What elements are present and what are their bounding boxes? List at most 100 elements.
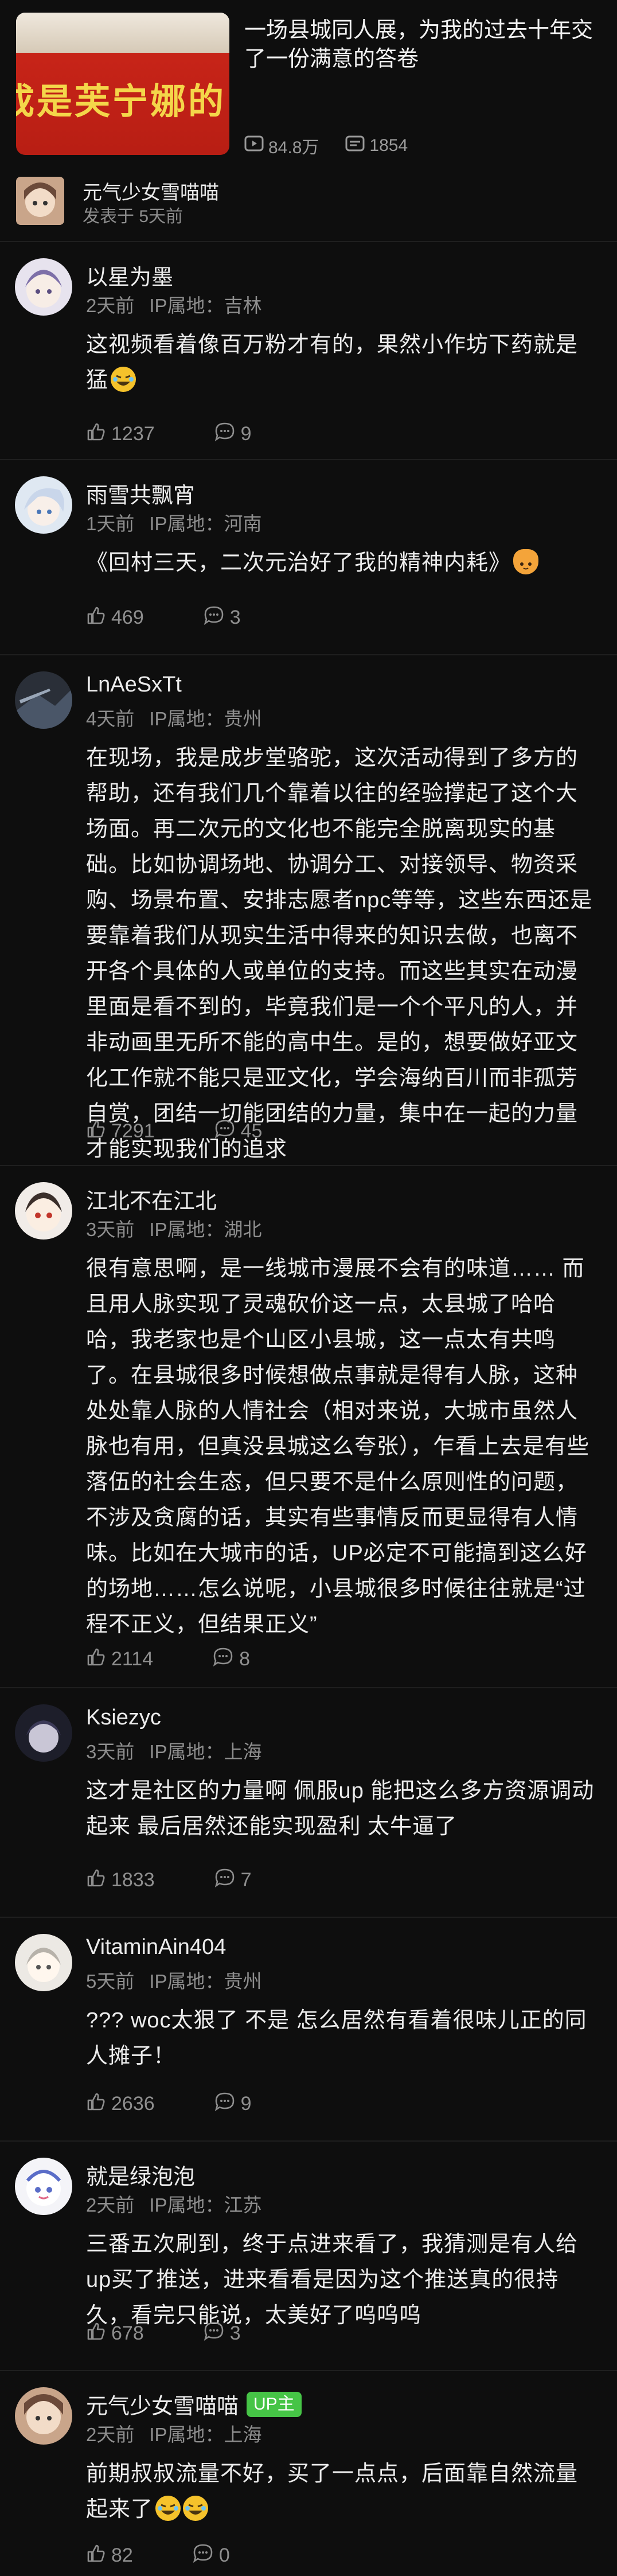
commenter-avatar[interactable]: [15, 258, 72, 316]
comment-time: 5天前: [86, 1971, 135, 1992]
like-button[interactable]: 82: [86, 2543, 133, 2568]
comments-count: 1854: [369, 136, 408, 155]
reply-count: 7: [240, 1869, 252, 1891]
like-button[interactable]: 1833: [86, 1868, 155, 1893]
thumbs-up-icon: [86, 2092, 106, 2116]
like-count: 1833: [111, 1869, 155, 1891]
thumbs-up-icon: [86, 605, 106, 630]
comment-meta: 2天前 IP属地：上海: [86, 2419, 277, 2447]
thumbs-up-icon: [86, 2321, 106, 2346]
comment-actions: 469 3: [86, 605, 300, 630]
uploader-badge: UP主: [247, 2391, 302, 2417]
commenter-name[interactable]: 以星为墨: [86, 259, 173, 291]
like-button[interactable]: 2636: [86, 2092, 155, 2116]
reply-count: 0: [218, 2544, 230, 2566]
comment-meta: 3天前 IP属地：湖北: [86, 1214, 277, 1242]
commenter-name[interactable]: 元气少女雪喵喵 UP主: [86, 2388, 302, 2420]
comment-bubble-icon: [214, 422, 235, 446]
commenter-name-text: Ksiezyc: [86, 1705, 161, 1730]
reply-count: 45: [240, 1120, 263, 1142]
like-button[interactable]: 469: [86, 605, 144, 630]
reply-count: 3: [229, 607, 241, 628]
comment-ip: IP属地：吉林: [149, 295, 262, 316]
reply-button[interactable]: 9: [214, 2092, 252, 2116]
comment-bubble-icon: [204, 2321, 224, 2346]
comment-meta: 3天前 IP属地：上海: [86, 1736, 277, 1764]
views-stat: 84.8万: [244, 133, 319, 158]
reply-button[interactable]: 45: [214, 1119, 263, 1144]
views-count: 84.8万: [268, 138, 319, 157]
like-count: 2636: [111, 2093, 155, 2115]
reply-button[interactable]: 3: [204, 2321, 241, 2346]
commenter-avatar[interactable]: [15, 671, 72, 729]
video-thumbnail[interactable]: 成是芙宁娜的: [16, 13, 229, 155]
comment-item: 江北不在江北 3天前 IP属地：湖北 很有意思啊，是一线城市漫展不会有的味道…… …: [0, 1165, 617, 1688]
comment-item: 以星为墨 2天前 IP属地：吉林 这视频看着像百万粉才有的，果然小作坊下药就是猛 …: [0, 241, 617, 460]
commenter-avatar[interactable]: [15, 2387, 72, 2445]
commenter-name[interactable]: Ksiezyc: [86, 1705, 161, 1730]
comment-bubble-icon: [204, 605, 224, 630]
danmaku-icon: [345, 135, 365, 156]
comment-meta: 1天前 IP属地：河南: [86, 508, 277, 536]
comment-ip: IP属地：河南: [149, 513, 262, 534]
comment-bubble-icon: [214, 2092, 235, 2116]
reply-button[interactable]: 7: [214, 1868, 252, 1893]
reply-count: 3: [229, 2322, 241, 2344]
video-card[interactable]: 成是芙宁娜的 一场县城同人展，为我的过去十年交了一份满意的答卷 84.8万 18…: [0, 0, 617, 166]
like-count: 1237: [111, 423, 155, 445]
reply-button[interactable]: 8: [213, 1647, 250, 1672]
commenter-name-text: 以星为墨: [86, 266, 174, 290]
comment-actions: 678 3: [86, 2321, 300, 2346]
thumbnail-banner-text: 成是芙宁娜的: [16, 80, 227, 122]
commenter-name[interactable]: 雨雪共飘宵: [86, 477, 195, 509]
laughing-emoji-icon: [111, 367, 136, 392]
comment-text: 前期叔叔流量不好，买了一点点，后面靠自然流量起来了: [86, 2456, 596, 2527]
commenter-avatar[interactable]: [15, 476, 72, 534]
thumbnail-background: [16, 13, 229, 53]
comment-ip: IP属地：上海: [149, 2424, 262, 2445]
comment-ip: IP属地：江苏: [149, 2194, 262, 2216]
thumbs-up-icon: [86, 1647, 106, 1672]
commenter-avatar[interactable]: [15, 1182, 72, 1240]
comment-item: VitaminAin404 5天前 IP属地：贵州 ??? woc太狠了 不是 怎…: [0, 1917, 617, 2142]
author-row[interactable]: 元气少女雪喵喵 发表于 5天前: [16, 172, 601, 230]
comments-stat: 1854: [345, 135, 408, 156]
like-button[interactable]: 1237: [86, 422, 155, 446]
reply-count: 8: [239, 1648, 251, 1670]
thumbs-up-icon: [86, 1868, 106, 1893]
comment-ip: IP属地：上海: [149, 1741, 262, 1762]
commenter-name[interactable]: 江北不在江北: [86, 1183, 217, 1215]
like-count: 7291: [111, 1120, 155, 1142]
comment-time: 3天前: [86, 1741, 135, 1762]
comment-actions: 2636 9: [86, 2092, 311, 2116]
comment-item: 元气少女雪喵喵 UP主 2天前 IP属地：上海 前期叔叔流量不好，买了一点点，后面靠…: [0, 2370, 617, 2576]
commenter-avatar[interactable]: [15, 1704, 72, 1762]
like-button[interactable]: 678: [86, 2321, 144, 2346]
comment-time: 3天前: [86, 1219, 135, 1240]
commenter-name[interactable]: 就是绿泡泡: [86, 2159, 195, 2190]
like-button[interactable]: 7291: [86, 1119, 155, 1144]
comment-text-content: 三番五次刷到，终于点进来看了，我猜测是有人给up买了推送，进来看看是因为这个推送…: [86, 2232, 579, 2328]
author-name[interactable]: 元气少女雪喵喵: [83, 177, 219, 205]
comment-text: 这视频看着像百万粉才有的，果然小作坊下药就是猛: [86, 327, 596, 398]
reply-button[interactable]: 0: [193, 2543, 230, 2568]
comment-actions: 7291 45: [86, 1119, 322, 1144]
commenter-name-text: 元气少女雪喵喵: [86, 2395, 239, 2419]
comment-text-content: ??? woc太狠了 不是 怎么居然有看着很味儿正的同人摊子！: [86, 2008, 587, 2068]
comment-ip: IP属地：湖北: [149, 1219, 262, 1240]
like-button[interactable]: 2114: [86, 1647, 153, 1672]
video-title[interactable]: 一场县城同人展，为我的过去十年交了一份满意的答卷: [244, 16, 594, 73]
author-avatar[interactable]: [16, 177, 64, 225]
reply-button[interactable]: 9: [214, 422, 252, 446]
comment-item: 就是绿泡泡 2天前 IP属地：江苏 三番五次刷到，终于点进来看了，我猜测是有人给u…: [0, 2140, 617, 2371]
commenter-avatar[interactable]: [15, 2158, 72, 2215]
commenter-name[interactable]: VitaminAin404: [86, 1935, 226, 1960]
comment-text: ??? woc太狠了 不是 怎么居然有看着很味儿正的同人摊子！: [86, 2003, 596, 2074]
commenter-avatar[interactable]: [15, 1934, 72, 1991]
thumbs-up-icon: [86, 2543, 106, 2568]
comment-text-content: 在现场，我是成步堂骆驼，这次活动得到了多方的帮助，还有我们几个靠着以往的经验撑起…: [86, 746, 593, 1161]
comment-text-content: 这视频看着像百万粉才有的，果然小作坊下药就是猛: [86, 333, 579, 393]
commenter-name[interactable]: LnAeSxTt: [86, 673, 182, 697]
comment-text: 很有意思啊，是一线城市漫展不会有的味道…… 而且用人脉实现了灵魂砍价这一点，太县…: [86, 1251, 596, 1642]
reply-button[interactable]: 3: [204, 605, 241, 630]
